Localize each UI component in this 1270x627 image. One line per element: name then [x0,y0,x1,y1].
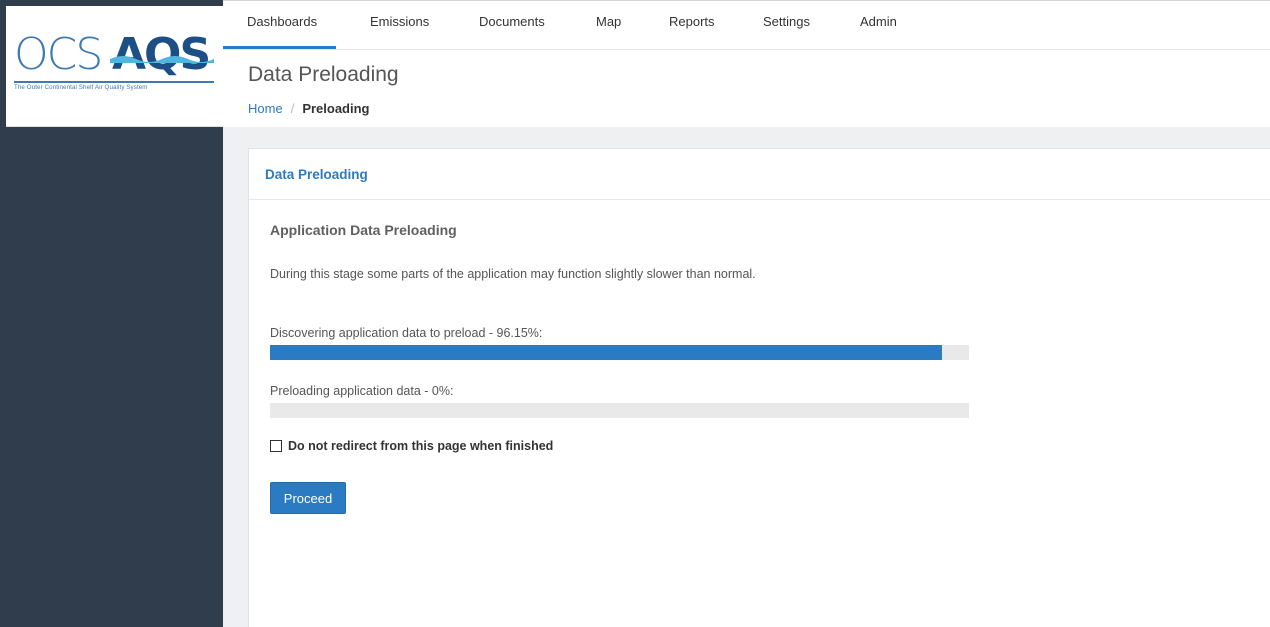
panel-heading: Data Preloading [249,149,1270,200]
logo-rule [14,81,214,83]
breadcrumb: Home / Preloading [248,101,370,116]
logo[interactable]: OCS AQS The Outer Continental Shelf Air … [6,6,223,127]
logo-ocs-text: OCS [14,29,103,80]
logo-wave-icon [110,56,214,63]
logo-tagline: The Outer Continental Shelf Air Quality … [14,84,148,91]
page-title: Data Preloading [248,63,399,86]
sidebar: OCS AQS The Outer Continental Shelf Air … [0,0,223,627]
nav-dashboards[interactable]: Dashboards [222,6,337,50]
breadcrumb-separator: / [290,101,295,116]
nav-admin[interactable]: Admin [860,6,897,50]
nav-settings[interactable]: Settings [763,6,810,50]
proceed-button[interactable]: Proceed [270,482,346,514]
page-header: Data Preloading Home / Preloading [223,50,1270,127]
breadcrumb-current: Preloading [302,101,370,116]
preload-progress-label: Preloading application data - 0%: [270,384,454,398]
discover-progress-label: Discovering application data to preload … [270,326,543,340]
nav-emissions[interactable]: Emissions [370,6,429,50]
breadcrumb-home-link[interactable]: Home [248,101,283,116]
nav-map[interactable]: Map [596,6,621,50]
preloading-panel: Data Preloading Application Data Preload… [248,148,1270,627]
no-redirect-label: Do not redirect from this page when fini… [288,439,554,453]
top-nav: Dashboards Emissions Documents Map Repor… [222,6,1270,50]
nav-reports[interactable]: Reports [669,6,715,50]
nav-documents[interactable]: Documents [479,6,545,50]
no-redirect-checkbox[interactable] [270,440,282,452]
description-text: During this stage some parts of the appl… [270,267,756,281]
discover-progress-bar [270,345,969,360]
section-title: Application Data Preloading [270,222,457,238]
preload-progress-bar [270,403,969,418]
discover-progress-fill [270,345,943,360]
no-redirect-option[interactable]: Do not redirect from this page when fini… [270,439,553,453]
